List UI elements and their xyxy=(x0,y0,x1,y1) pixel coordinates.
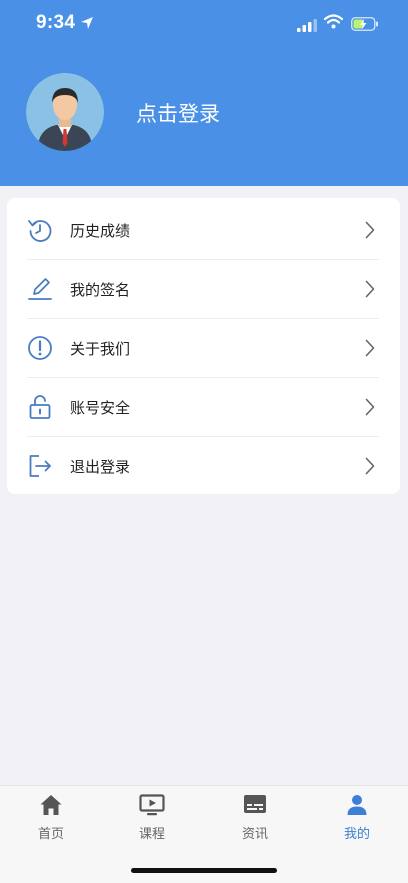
location-arrow-icon xyxy=(80,15,94,34)
news-icon xyxy=(204,794,306,818)
info-exclamation-icon xyxy=(27,335,53,361)
chevron-right-icon xyxy=(365,280,375,302)
menu-item-label: 退出登录 xyxy=(70,458,131,476)
tab-home[interactable]: 首页 xyxy=(0,794,102,844)
chevron-right-icon xyxy=(365,339,375,361)
menu-item-label: 我的签名 xyxy=(70,281,131,299)
wifi-icon xyxy=(323,14,344,33)
status-bar: 9:34 xyxy=(0,0,408,48)
home-indicator[interactable] xyxy=(131,868,277,873)
video-play-icon xyxy=(101,794,203,818)
login-prompt[interactable]: 点击登录 xyxy=(136,98,220,128)
history-icon xyxy=(27,217,53,243)
avatar[interactable] xyxy=(26,73,104,151)
person-icon xyxy=(306,794,408,818)
menu-item-about[interactable]: 关于我们 xyxy=(7,318,400,377)
chevron-right-icon xyxy=(365,398,375,420)
menu-item-history[interactable]: 历史成绩 xyxy=(7,200,400,259)
unlock-icon xyxy=(27,394,53,420)
menu-list: 历史成绩 我的签名 关于我们 账号安全 退出登录 xyxy=(7,198,400,494)
tab-courses[interactable]: 课程 xyxy=(101,794,203,844)
status-time: 9:34 xyxy=(36,12,76,33)
menu-item-signature[interactable]: 我的签名 xyxy=(7,259,400,318)
tab-label: 首页 xyxy=(37,827,64,842)
chevron-right-icon xyxy=(365,457,375,479)
pen-icon xyxy=(27,276,53,302)
menu-item-label: 关于我们 xyxy=(70,340,131,358)
cellular-signal-icon xyxy=(297,17,317,36)
menu-item-account-security[interactable]: 账号安全 xyxy=(7,377,400,436)
profile-header: 9:34 点击登录 xyxy=(0,0,408,186)
menu-item-label: 历史成绩 xyxy=(70,222,131,240)
tab-label: 课程 xyxy=(138,827,165,842)
home-icon xyxy=(0,794,102,818)
tab-news[interactable]: 资讯 xyxy=(204,794,306,844)
tab-mine[interactable]: 我的 xyxy=(306,794,408,844)
menu-item-logout[interactable]: 退出登录 xyxy=(7,436,400,495)
chevron-right-icon xyxy=(365,221,375,243)
battery-charging-icon xyxy=(351,16,379,35)
tab-label: 我的 xyxy=(343,827,370,842)
logout-icon xyxy=(27,453,53,479)
tab-label: 资讯 xyxy=(241,827,268,842)
menu-item-label: 账号安全 xyxy=(70,399,131,417)
